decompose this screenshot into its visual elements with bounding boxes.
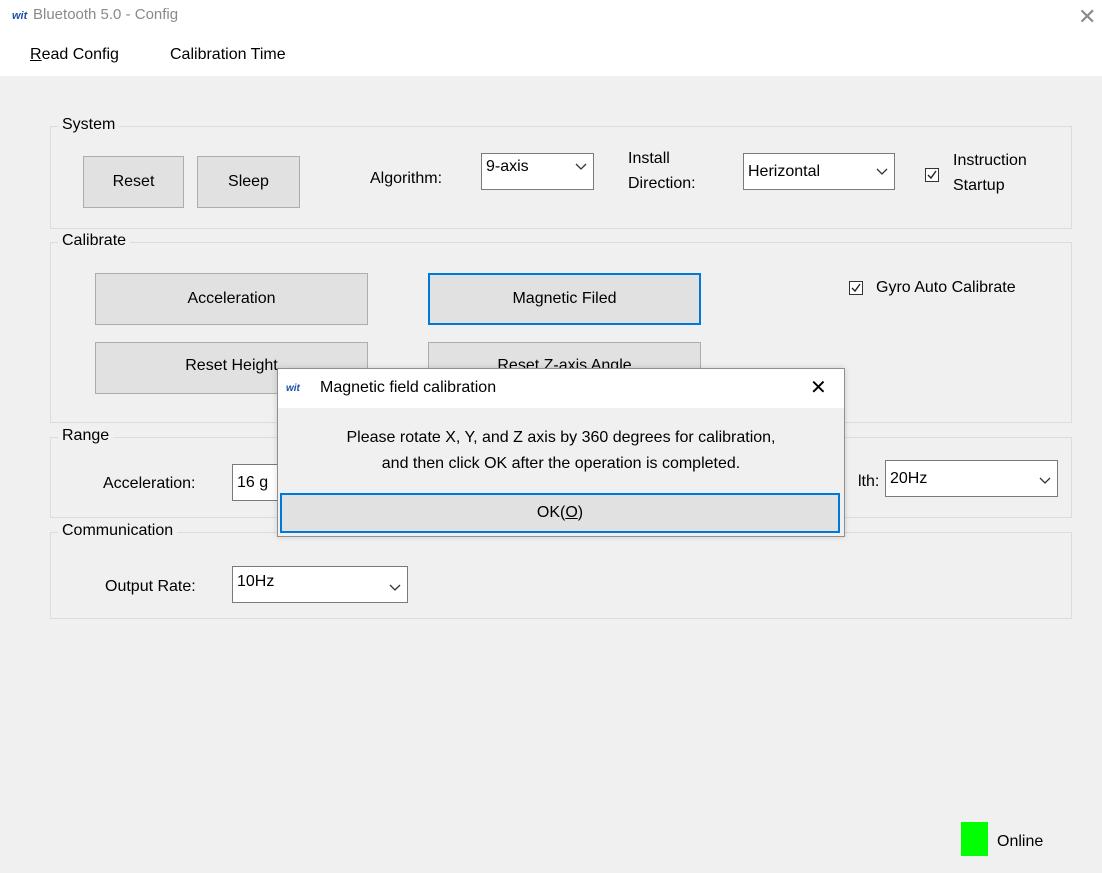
range-acceleration-label: Acceleration: <box>103 475 196 492</box>
menu-read-config-text: ead Config <box>41 46 119 63</box>
sleep-button[interactable]: Sleep <box>197 156 300 208</box>
output-rate-select[interactable]: 10Hz <box>232 566 408 603</box>
ok-button-accel: O <box>565 504 578 521</box>
menu-read-config-accel: R <box>30 46 42 63</box>
communication-legend: Communication <box>58 522 178 540</box>
window-title: Bluetooth 5.0 - Config <box>33 6 179 23</box>
dialog-close-icon[interactable]: ✕ <box>810 375 827 400</box>
install-label-line1: Install <box>628 150 670 167</box>
instruction-label-line1: Instruction <box>953 152 1027 169</box>
ok-button[interactable]: OK(O) <box>280 493 840 533</box>
checkmark-icon <box>927 170 937 180</box>
acceleration-calibrate-button[interactable]: Acceleration <box>95 273 368 325</box>
magnetic-calibration-dialog: wit Magnetic field calibration ✕ Please … <box>277 368 845 537</box>
gyro-auto-calibrate-label: Gyro Auto Calibrate <box>876 279 1016 296</box>
communication-group <box>50 532 1072 619</box>
output-rate-label: Output Rate: <box>105 578 196 595</box>
algorithm-value: 9-axis <box>486 158 529 175</box>
ok-button-suffix: ) <box>577 504 584 521</box>
dialog-title: Magnetic field calibration <box>320 379 497 396</box>
bandwidth-value: 20Hz <box>890 470 928 487</box>
magnetic-field-button[interactable]: Magnetic Filed <box>428 273 701 325</box>
title-bar: wit Bluetooth 5.0 - Config ✕ <box>0 0 1102 34</box>
chevron-down-icon <box>389 584 401 591</box>
app-logo-icon: wit <box>12 10 28 22</box>
install-direction-value: Herizontal <box>748 163 821 180</box>
calibrate-legend: Calibrate <box>58 232 131 250</box>
dialog-message-line-2: and then click OK after the operation is… <box>381 455 741 472</box>
output-rate-value: 10Hz <box>237 573 275 590</box>
dialog-message-line-1: Please rotate X, Y, and Z axis by 360 de… <box>346 429 776 446</box>
system-legend: System <box>58 116 120 134</box>
algorithm-select[interactable]: 9-axis <box>481 153 594 190</box>
bandwidth-label: lth: <box>858 473 880 490</box>
checkmark-icon <box>851 283 861 293</box>
menu-calibration-time[interactable]: Calibration Time <box>170 46 286 64</box>
gyro-auto-calibrate-checkbox[interactable] <box>849 281 863 295</box>
ok-button-prefix: OK( <box>536 504 566 521</box>
chevron-down-icon <box>876 168 888 175</box>
dialog-title-bar: wit Magnetic field calibration ✕ <box>278 369 844 408</box>
install-direction-select[interactable]: Herizontal <box>743 153 895 190</box>
chevron-down-icon <box>1039 477 1051 484</box>
reset-button[interactable]: Reset <box>83 156 184 208</box>
online-status-indicator <box>961 822 988 856</box>
window-close-icon[interactable]: ✕ <box>1078 4 1096 30</box>
algorithm-label: Algorithm: <box>370 170 443 187</box>
install-label-line2: Direction: <box>628 175 696 192</box>
bandwidth-select[interactable]: 20Hz <box>885 460 1058 497</box>
dialog-logo-icon: wit <box>286 383 300 394</box>
range-legend: Range <box>58 427 114 445</box>
chevron-down-icon <box>575 163 587 170</box>
online-status-label: Online <box>997 833 1044 850</box>
range-acceleration-value: 16 g <box>237 474 269 491</box>
instruction-label-line2: Startup <box>953 177 1005 194</box>
instruction-startup-checkbox[interactable] <box>925 168 939 182</box>
menu-read-config[interactable]: Read Config <box>30 46 119 64</box>
menu-bar: Read Config Calibration Time <box>0 34 1102 76</box>
